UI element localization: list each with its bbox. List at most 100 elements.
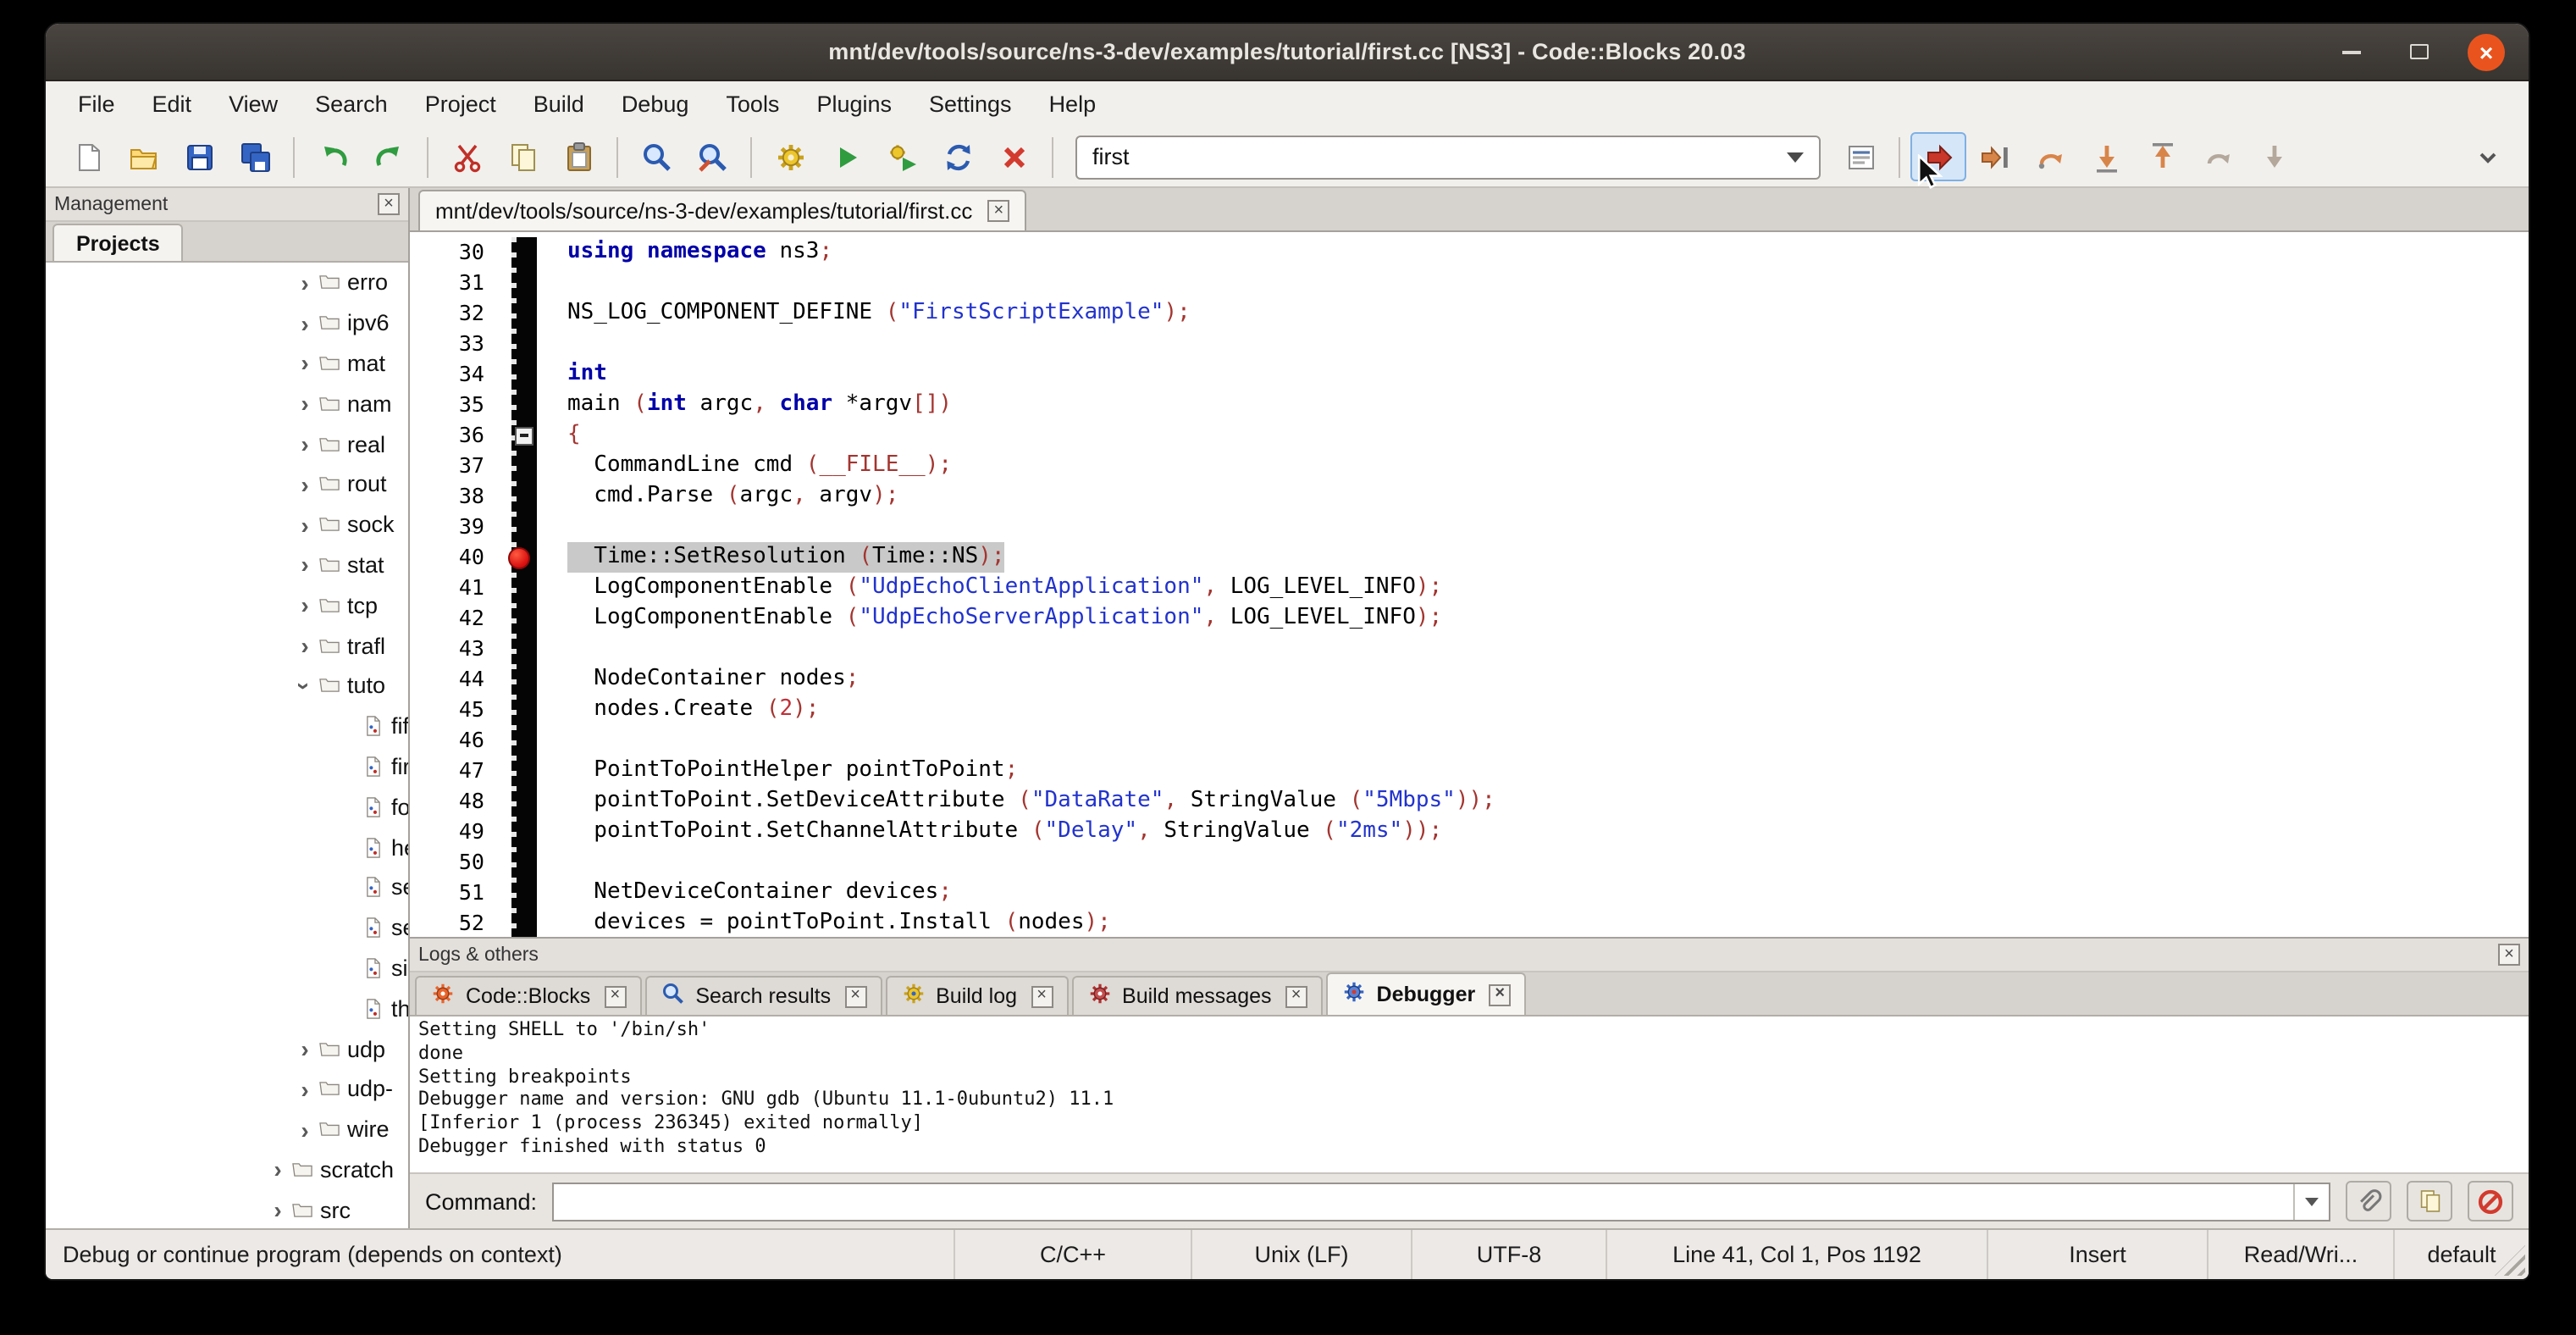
debug-windows-button[interactable] (1832, 132, 1888, 181)
logs-tab-close-button[interactable]: × (844, 985, 866, 1007)
code-line-41[interactable]: 41 LogComponentEnable ("UdpEchoClientApp… (410, 573, 2529, 603)
step-into-button[interactable] (2078, 132, 2134, 181)
abort-build-button[interactable] (986, 132, 1042, 181)
redo-button[interactable] (361, 132, 417, 181)
menu-tools[interactable]: Tools (707, 81, 798, 127)
menu-view[interactable]: View (210, 81, 296, 127)
tree-item-ipv6[interactable]: ›ipv6 (46, 303, 408, 344)
chevron-right-icon[interactable]: › (293, 632, 317, 659)
logs-tab-build-log[interactable]: Build log× (885, 976, 1068, 1015)
logs-tab-close-button[interactable]: × (1489, 983, 1511, 1005)
tree-item-trafl[interactable]: ›trafl (46, 625, 408, 666)
titlebar[interactable]: mnt/dev/tools/source/ns-3-dev/examples/t… (46, 24, 2529, 81)
step-into-instruction-button[interactable] (2246, 132, 2302, 181)
code-line-37[interactable]: 37 CommandLine cmd (__FILE__); (410, 451, 2529, 481)
debug-continue-button[interactable] (1910, 132, 1966, 181)
paste-button[interactable] (550, 132, 606, 181)
tree-item-udp[interactable]: ›udp- (46, 1069, 408, 1110)
logs-tab-close-button[interactable]: × (604, 985, 626, 1007)
chevron-right-icon[interactable]: › (266, 1196, 290, 1223)
code-line-31[interactable]: 31 (410, 268, 2529, 298)
tree-item-se[interactable]: se (46, 867, 408, 908)
code-line-43[interactable]: 43 (410, 634, 2529, 664)
code-line-39[interactable]: 39 (410, 512, 2529, 542)
tree-item-src[interactable]: ›src (46, 1190, 408, 1228)
logs-tab-debugger[interactable]: Debugger× (1326, 972, 1527, 1015)
chevron-right-icon[interactable]: › (293, 430, 317, 457)
code-line-30[interactable]: 30using namespace ns3; (410, 237, 2529, 268)
code-line-49[interactable]: 49 pointToPoint.SetChannelAttribute ("De… (410, 817, 2529, 847)
editor-tab-close-button[interactable]: × (987, 200, 1009, 222)
chevron-right-icon[interactable]: › (293, 592, 317, 619)
menu-settings[interactable]: Settings (910, 81, 1031, 127)
tree-item-th[interactable]: th (46, 989, 408, 1029)
save-button[interactable] (171, 132, 227, 181)
attach-button[interactable] (2346, 1181, 2391, 1221)
chevron-down-button[interactable] (2459, 132, 2515, 181)
chevron-right-icon[interactable]: › (293, 471, 317, 498)
menu-help[interactable]: Help (1031, 81, 1115, 127)
code-line-36[interactable]: 36{ (410, 420, 2529, 451)
tree-item-sock[interactable]: ›sock (46, 505, 408, 546)
tree-item-fir[interactable]: fir (46, 746, 408, 787)
close-button[interactable]: × (2468, 33, 2505, 70)
logs-tab-code-blocks[interactable]: Code::Blocks× (415, 976, 641, 1015)
menu-plugins[interactable]: Plugins (798, 81, 910, 127)
tree-item-se[interactable]: se (46, 908, 408, 949)
tree-item-fo[interactable]: fo (46, 787, 408, 828)
debugger-log-output[interactable]: Setting SHELL to '/bin/sh'doneSetting br… (410, 1016, 2529, 1174)
chevron-right-icon[interactable]: › (266, 1156, 290, 1183)
tree-item-wire[interactable]: ›wire (46, 1109, 408, 1149)
menu-project[interactable]: Project (406, 81, 515, 127)
fold-collapse-icon[interactable] (515, 426, 533, 445)
maximize-button[interactable] (2400, 33, 2437, 70)
code-line-32[interactable]: 32NS_LOG_COMPONENT_DEFINE ("FirstScriptE… (410, 298, 2529, 329)
code-line-42[interactable]: 42 LogComponentEnable ("UdpEchoServerApp… (410, 603, 2529, 634)
menu-debug[interactable]: Debug (603, 81, 708, 127)
chevron-right-icon[interactable]: › (293, 269, 317, 296)
tree-item-tuto[interactable]: ›tuto (46, 666, 408, 706)
menu-edit[interactable]: Edit (134, 81, 211, 127)
menu-search[interactable]: Search (296, 81, 406, 127)
code-line-38[interactable]: 38 cmd.Parse (argc, argv); (410, 481, 2529, 512)
tree-item-nam[interactable]: ›nam (46, 384, 408, 424)
chevron-right-icon[interactable]: › (293, 391, 317, 418)
tree-item-mat[interactable]: ›mat (46, 343, 408, 384)
code-line-44[interactable]: 44 NodeContainer nodes; (410, 664, 2529, 695)
tree-item-real[interactable]: ›real (46, 424, 408, 464)
find-replace-button[interactable] (684, 132, 740, 181)
code-line-35[interactable]: 35main (int argc, char *argv[]) (410, 390, 2529, 420)
build-button[interactable] (762, 132, 818, 181)
step-out-button[interactable] (2134, 132, 2190, 181)
logs-tab-build-messages[interactable]: Build messages× (1071, 976, 1323, 1015)
code-line-46[interactable]: 46 (410, 725, 2529, 756)
logs-close-button[interactable]: × (2498, 944, 2520, 966)
command-input[interactable] (552, 1182, 2330, 1221)
chevron-right-icon[interactable]: › (293, 551, 317, 579)
tree-item-erro[interactable]: ›erro (46, 263, 408, 303)
tree-item-rout[interactable]: ›rout (46, 464, 408, 505)
next-instruction-button[interactable] (2190, 132, 2246, 181)
cut-button[interactable] (439, 132, 495, 181)
code-editor[interactable]: 30using namespace ns3;3132NS_LOG_COMPONE… (410, 232, 2529, 937)
menu-build[interactable]: Build (515, 81, 603, 127)
tree-item-scratch[interactable]: ›scratch (46, 1149, 408, 1190)
code-line-48[interactable]: 48 pointToPoint.SetDeviceAttribute ("Dat… (410, 786, 2529, 817)
chevron-right-icon[interactable]: › (293, 350, 317, 377)
tree-item-fif[interactable]: fif (46, 706, 408, 747)
open-folder-button[interactable] (115, 132, 171, 181)
build-target-combo[interactable]: first (1075, 135, 1821, 179)
tree-item-tcp[interactable]: ›tcp (46, 585, 408, 626)
logs-tab-close-button[interactable]: × (1285, 985, 1307, 1007)
code-line-52[interactable]: 52 devices = pointToPoint.Install (nodes… (410, 908, 2529, 937)
code-line-51[interactable]: 51 NetDeviceContainer devices; (410, 878, 2529, 908)
breakpoint-marker[interactable] (508, 546, 530, 568)
tree-item-udp[interactable]: ›udp (46, 1028, 408, 1069)
next-line-button[interactable] (2022, 132, 2078, 181)
new-file-button[interactable] (59, 132, 115, 181)
chevron-right-icon[interactable]: › (293, 1116, 317, 1143)
code-line-50[interactable]: 50 (410, 847, 2529, 878)
rebuild-button[interactable] (930, 132, 986, 181)
chevron-down-icon[interactable]: › (291, 674, 318, 698)
tree-item-stat[interactable]: ›stat (46, 545, 408, 585)
